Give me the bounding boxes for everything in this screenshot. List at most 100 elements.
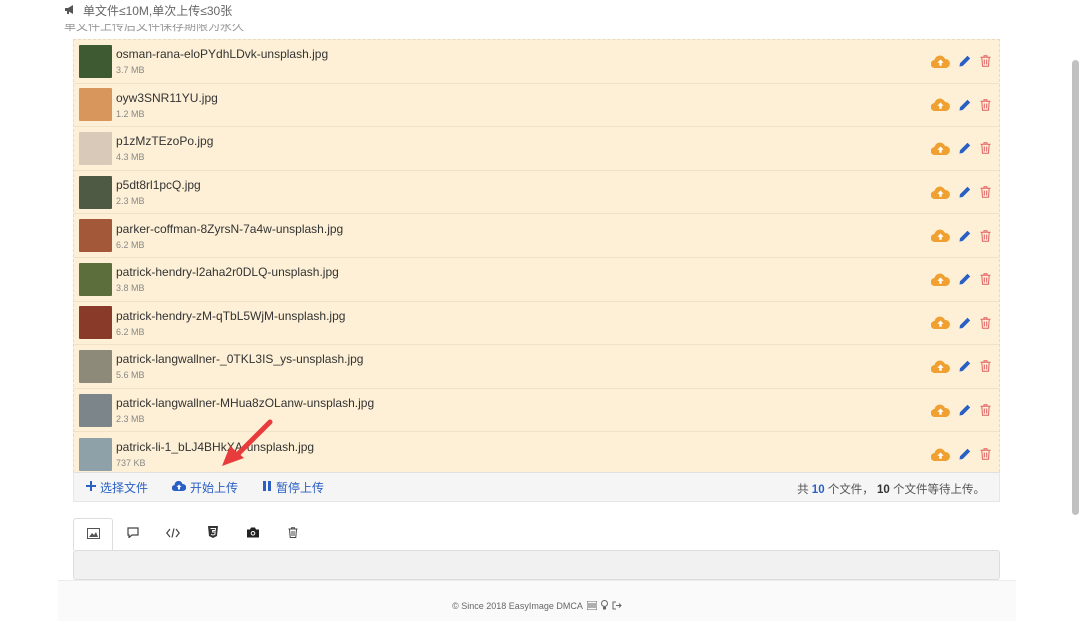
file-name: patrick-langwallner-_0TKL3IS_ys-unsplash… <box>116 352 364 367</box>
file-row: parker-coffman-8ZyrsN-7a4w-unsplash.jpg … <box>74 214 999 258</box>
file-name: patrick-langwallner-MHua8zOLanw-unsplash… <box>116 396 375 411</box>
pencil-icon <box>959 230 971 242</box>
file-actions <box>931 40 991 83</box>
upload-file-button[interactable] <box>931 360 950 373</box>
trash-icon <box>980 99 991 111</box>
edit-file-button[interactable] <box>959 360 971 372</box>
camera-icon <box>246 525 260 543</box>
file-info: osman-rana-eloPYdhLDvk-unsplash.jpg 3.7 … <box>116 47 328 75</box>
delete-file-button[interactable] <box>980 186 991 198</box>
file-row: patrick-hendry-zM-qTbL5WjM-unsplash.jpg … <box>74 302 999 346</box>
file-name: p1zMzTEzoPo.jpg <box>116 134 214 149</box>
trash-icon <box>980 229 991 242</box>
cloud-upload-icon <box>931 55 950 68</box>
file-name: osman-rana-eloPYdhLDvk-unsplash.jpg <box>116 47 329 62</box>
footer: © Since 2018 EasyImage DMCA <box>58 580 1016 621</box>
cloud-upload-icon <box>171 480 187 494</box>
comment-icon <box>127 525 139 543</box>
cloud-upload-icon <box>931 273 950 286</box>
delete-file-button[interactable] <box>980 229 991 242</box>
trash-icon <box>980 360 991 373</box>
cloud-upload-icon <box>931 316 950 330</box>
edit-file-button[interactable] <box>959 186 971 198</box>
tab-comment[interactable] <box>113 518 153 550</box>
upload-file-button[interactable] <box>931 186 950 199</box>
upload-stats: 共 10 个文件， 10 个文件等待上传。 <box>797 481 985 497</box>
select-files-button[interactable]: 选择文件 <box>86 479 148 496</box>
file-name: patrick-li-1_bLJ4BHkXA-unsplash.jpg <box>116 440 315 455</box>
page-scrollbar[interactable] <box>1072 60 1079 515</box>
file-actions <box>931 127 991 170</box>
barcode-icon[interactable] <box>586 600 598 612</box>
upload-file-button[interactable] <box>931 142 950 155</box>
pencil-icon <box>959 99 971 111</box>
file-info: p5dt8rl1pcQ.jpg 2.3 MB <box>116 178 201 206</box>
file-row: patrick-li-1_bLJ4BHkXA-unsplash.jpg 737 … <box>74 432 999 476</box>
tab-delete[interactable] <box>273 518 313 550</box>
delete-file-button[interactable] <box>980 55 991 68</box>
file-info: oyw3SNR11YU.jpg 1.2 MB <box>116 91 218 119</box>
sign-out-icon[interactable] <box>612 601 622 612</box>
file-thumbnail <box>79 306 112 340</box>
pause-upload-label: 暂停上传 <box>276 480 325 495</box>
delete-file-button[interactable] <box>980 404 991 416</box>
trash-icon <box>980 317 991 329</box>
trash-icon <box>980 273 991 286</box>
delete-file-button[interactable] <box>980 317 991 329</box>
pause-upload-button[interactable]: 暂停上传 <box>262 479 324 496</box>
file-row: patrick-langwallner-_0TKL3IS_ys-unsplash… <box>74 345 999 389</box>
notice-text: 单文件≤10M,单次上传≤30张 <box>83 4 233 18</box>
pencil-icon <box>959 317 971 329</box>
upload-file-button[interactable] <box>931 55 950 68</box>
pause-icon <box>262 480 272 494</box>
upload-file-button[interactable] <box>931 448 950 461</box>
file-size: 3.7 MB <box>116 65 145 76</box>
trash-icon <box>980 404 991 416</box>
delete-file-button[interactable] <box>980 448 991 460</box>
edit-file-button[interactable] <box>959 99 971 111</box>
file-thumbnail <box>79 175 112 209</box>
result-panel <box>73 550 1000 580</box>
file-thumbnail <box>79 88 112 122</box>
tab-html5[interactable] <box>193 518 233 550</box>
lightbulb-icon[interactable] <box>600 600 608 612</box>
file-size: 3.8 MB <box>116 283 145 294</box>
footer-text: © Since 2018 EasyImage DMCA <box>452 601 583 611</box>
html5-icon <box>208 525 218 543</box>
tab-code[interactable] <box>153 518 193 550</box>
cloud-upload-icon <box>931 98 950 112</box>
edit-file-button[interactable] <box>959 273 971 285</box>
edit-file-button[interactable] <box>959 448 971 460</box>
upload-file-button[interactable] <box>931 229 950 243</box>
delete-file-button[interactable] <box>980 99 991 111</box>
file-name: oyw3SNR11YU.jpg <box>116 90 218 105</box>
pencil-icon <box>959 186 971 198</box>
upload-file-button[interactable] <box>931 98 950 112</box>
edit-file-button[interactable] <box>959 55 971 67</box>
cloud-upload-icon <box>931 448 950 461</box>
edit-file-button[interactable] <box>959 404 971 416</box>
edit-file-button[interactable] <box>959 142 971 154</box>
cloud-upload-icon <box>931 404 950 417</box>
tab-camera[interactable] <box>233 518 273 550</box>
start-upload-button[interactable]: 开始上传 <box>171 479 239 496</box>
file-size: 6.2 MB <box>116 326 145 337</box>
tab-image[interactable] <box>73 518 113 550</box>
edit-file-button[interactable] <box>959 317 971 329</box>
file-size: 737 KB <box>116 458 146 469</box>
upload-file-button[interactable] <box>931 316 950 330</box>
total-count: 10 <box>811 484 825 496</box>
file-thumbnail <box>79 349 112 383</box>
upload-file-button[interactable] <box>931 404 950 417</box>
edit-file-button[interactable] <box>959 230 971 242</box>
start-upload-label: 开始上传 <box>190 480 239 495</box>
delete-file-button[interactable] <box>980 273 991 286</box>
delete-file-button[interactable] <box>980 360 991 373</box>
file-actions <box>931 214 991 257</box>
file-size: 2.3 MB <box>116 196 145 207</box>
delete-file-button[interactable] <box>980 142 991 155</box>
trash-icon <box>980 142 991 155</box>
upload-file-button[interactable] <box>931 273 950 286</box>
notice-text-2: 单文件上传后文件保存期限为永久 <box>64 24 245 32</box>
image-icon <box>86 526 100 544</box>
